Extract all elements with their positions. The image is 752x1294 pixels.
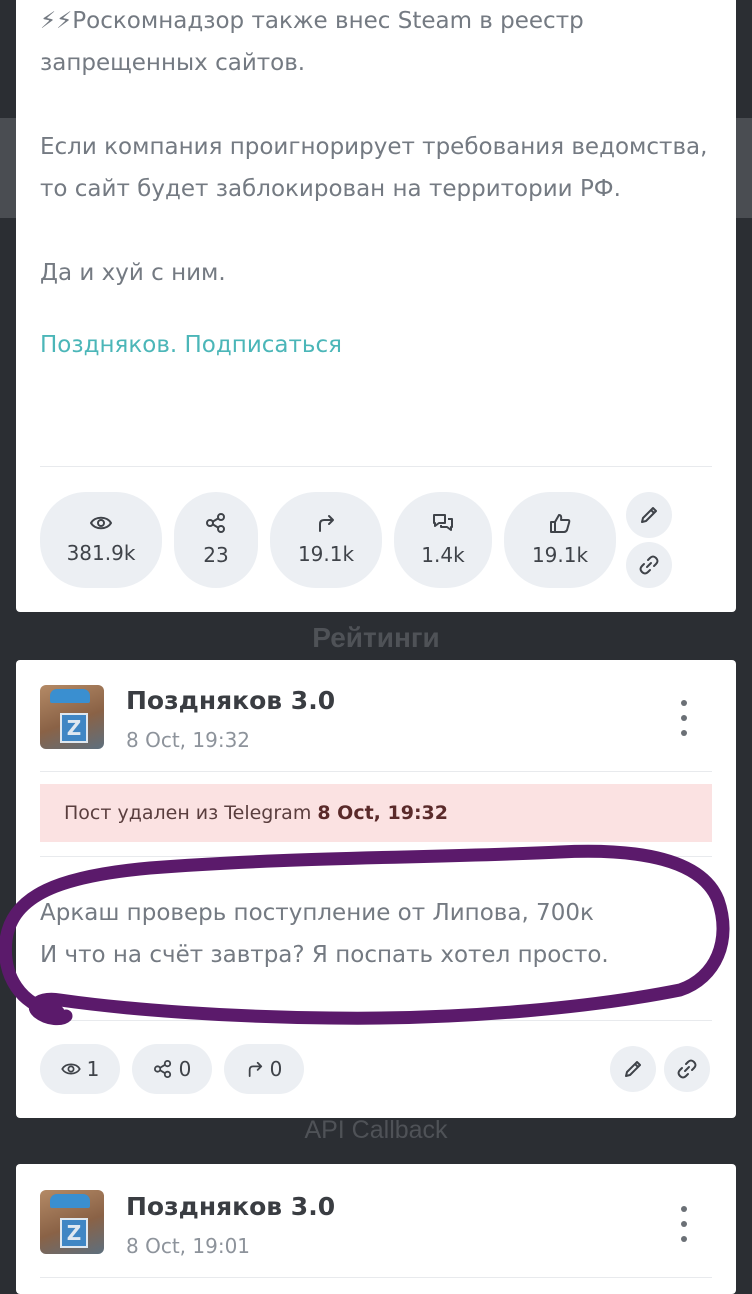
post-line-1: Аркаш проверь поступление от Липова, 700…: [40, 900, 594, 926]
deleted-banner: Пост удален из Telegram 8 Oct, 19:32: [40, 784, 712, 842]
comments-icon: [433, 514, 453, 531]
likes-count: 19.1k: [531, 543, 589, 567]
post-paragraph-3: Да и хуй с ним.: [40, 260, 226, 286]
post-time: 8 Oct, 19:01: [126, 1234, 251, 1258]
post-card-3: Z Поздняков 3.0 8 Oct, 19:01: [16, 1164, 736, 1294]
divider: [40, 1020, 712, 1021]
post-line-2: И что на счёт завтра? Я поспать хотел пр…: [40, 942, 609, 968]
deleted-label: Пост удален из Telegram: [64, 802, 312, 824]
copy-link-button[interactable]: [626, 542, 672, 588]
forward-icon: [319, 515, 334, 532]
forwards-stat[interactable]: 19.1k: [270, 492, 382, 588]
pencil-icon: [625, 1061, 641, 1077]
forwards-stat[interactable]: 0: [224, 1044, 304, 1094]
post-card-2: Z Поздняков 3.0 8 Oct, 19:32 Пост удален…: [16, 660, 736, 1118]
share-icon: [153, 1060, 171, 1078]
deleted-time: 8 Oct, 19:32: [317, 802, 448, 824]
forwards-count: 0: [269, 1057, 283, 1081]
eye-icon: [60, 1063, 81, 1075]
author-name[interactable]: Поздняков 3.0: [126, 1192, 335, 1221]
eye-icon: [90, 516, 112, 530]
link-icon: [677, 1059, 697, 1079]
divider: [40, 771, 712, 772]
post-body-2: Аркаш проверь поступление от Липова, 700…: [40, 892, 720, 976]
section-title-ratings: Рейтинги: [312, 622, 440, 653]
forward-icon: [248, 1061, 262, 1077]
views-count: 1: [86, 1057, 100, 1081]
copy-link-button[interactable]: [664, 1046, 710, 1092]
section-title-api: API Callback: [304, 1116, 448, 1144]
like-icon: [550, 514, 571, 533]
edit-button[interactable]: [626, 492, 672, 538]
views-stat[interactable]: 1: [40, 1044, 120, 1094]
edit-button[interactable]: [610, 1046, 656, 1092]
avatar[interactable]: Z: [40, 685, 104, 749]
kebab-menu-icon[interactable]: [674, 1206, 694, 1242]
views-stat[interactable]: 381.9k: [40, 492, 162, 588]
forwards-count: 19.1k: [297, 542, 355, 566]
link-icon: [639, 555, 659, 575]
shares-count: 23: [203, 543, 229, 567]
kebab-menu-icon[interactable]: [674, 700, 694, 736]
comments-count: 1.4k: [421, 543, 465, 567]
views-count: 381.9k: [66, 541, 136, 565]
avatar[interactable]: Z: [40, 1190, 104, 1254]
author-name[interactable]: Поздняков 3.0: [126, 686, 335, 715]
pencil-icon: [641, 507, 657, 523]
post-body-1: ⚡⚡Роскомнадзор также внес Steam в реестр…: [40, 0, 720, 358]
post-paragraph-2: Если компания проигнорирует требования в…: [40, 134, 715, 202]
shares-count: 0: [178, 1057, 192, 1081]
post-time: 8 Oct, 19:32: [126, 728, 251, 752]
shares-stat[interactable]: 23: [174, 492, 258, 588]
comments-stat[interactable]: 1.4k: [394, 492, 492, 588]
post-paragraph-1: ⚡⚡Роскомнадзор также внес Steam в реестр…: [40, 8, 592, 76]
shares-stat[interactable]: 0: [132, 1044, 212, 1094]
likes-stat[interactable]: 19.1k: [504, 492, 616, 588]
divider: [40, 1277, 712, 1278]
post-card-1: ⚡⚡Роскомнадзор также внес Steam в реестр…: [16, 0, 736, 612]
divider: [40, 466, 712, 467]
divider: [40, 856, 712, 857]
share-icon: [206, 513, 225, 533]
subscribe-link[interactable]: Поздняков. Подписаться: [40, 332, 720, 358]
